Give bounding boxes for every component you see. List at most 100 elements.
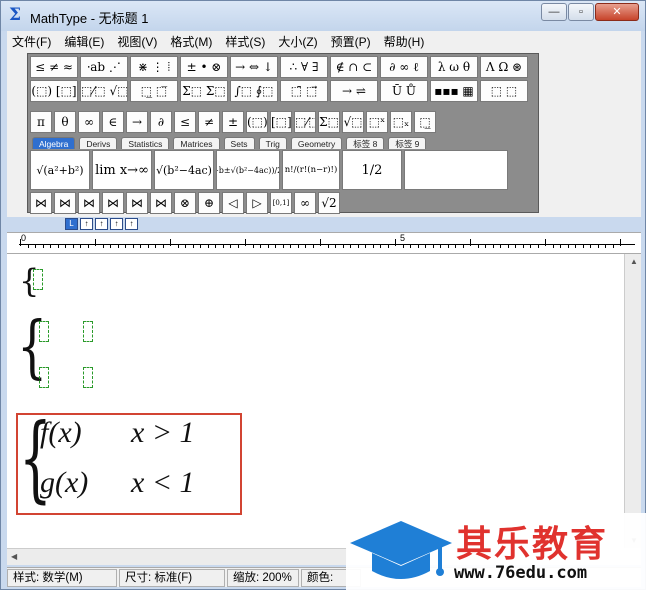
tab-sets[interactable]: Sets xyxy=(223,137,255,149)
greek-uppercase-button[interactable]: Λ Ω ⊛ xyxy=(480,56,528,78)
empty-template-slot[interactable] xyxy=(404,150,508,190)
empty-slot[interactable] xyxy=(39,367,49,388)
f-of-x[interactable]: f(x) xyxy=(40,416,82,450)
g-of-x[interactable]: g(x) xyxy=(40,466,88,500)
size-tab-5[interactable]: ↑ xyxy=(125,218,138,230)
menu-format[interactable]: 格式(M) xyxy=(170,33,212,50)
template-pythagoras[interactable]: √(a²+b²) xyxy=(30,150,90,190)
circled-times-button[interactable]: ⊗ xyxy=(174,192,196,214)
empty-slot[interactable] xyxy=(33,269,43,290)
bowtie-button-3[interactable]: ⋈ xyxy=(78,192,100,214)
pi-symbol-button[interactable]: π xyxy=(30,111,52,133)
right-arrow-button[interactable]: → xyxy=(126,111,148,133)
empty-slot[interactable] xyxy=(39,321,49,342)
summation-templates-button[interactable]: Σ⬚ Σ⬚ xyxy=(180,80,228,102)
vertical-scrollbar[interactable]: ▲ ▼ xyxy=(624,254,641,548)
bowtie-button-2[interactable]: ⋈ xyxy=(54,192,76,214)
tab-matrices[interactable]: Matrices xyxy=(173,137,220,149)
infinity-button[interactable]: ∞ xyxy=(294,192,316,214)
box-templates-button[interactable]: ⬚ ⬚ xyxy=(480,80,528,102)
size-tab-3[interactable]: ↑ xyxy=(95,218,108,230)
interval-button[interactable]: [0,1] xyxy=(270,192,292,214)
empty-slot[interactable] xyxy=(83,367,93,388)
bowtie-button-4[interactable]: ⋈ xyxy=(102,192,124,214)
menu-style[interactable]: 样式(S) xyxy=(225,33,265,50)
template-limit[interactable]: lim x→∞ xyxy=(92,150,152,190)
menu-size[interactable]: 大小(Z) xyxy=(278,33,317,50)
brackets-button[interactable]: [⬚] xyxy=(270,111,292,133)
menu-file[interactable]: 文件(F) xyxy=(12,33,51,50)
underbar-overbar-templates-button[interactable]: ⬚̄ ⬚⃗ xyxy=(280,80,328,102)
subscript-superscript-templates-button[interactable]: ⬚̲ ⬚̅ xyxy=(130,80,178,102)
bowtie-button-1[interactable]: ⋈ xyxy=(30,192,52,214)
parentheses-button[interactable]: (⬚) xyxy=(246,111,268,133)
bowtie-button-5[interactable]: ⋈ xyxy=(126,192,148,214)
title-bar[interactable]: Σ MathType - 无标题 1 — ▫ ✕ xyxy=(1,1,645,31)
matrix-templates-button[interactable]: ▪▪▪ ▦ xyxy=(430,80,478,102)
tab-label-8[interactable]: 标签 8 xyxy=(346,137,385,149)
size-tab-2[interactable]: ↑ xyxy=(80,218,93,230)
status-size[interactable]: 尺寸: 标准(F) xyxy=(119,569,225,587)
template-one-half[interactable]: 1/2 xyxy=(342,150,402,190)
horizontal-scrollbar[interactable]: ◀ xyxy=(7,548,347,565)
fraction-button[interactable]: ⬚⁄⬚ xyxy=(294,111,316,133)
size-tab-4[interactable]: ↑ xyxy=(110,218,123,230)
superscript-button[interactable]: ⬚ˣ xyxy=(366,111,388,133)
status-style[interactable]: 样式: 数学(M) xyxy=(7,569,117,587)
integral-templates-button[interactable]: ∫⬚ ∮⬚ xyxy=(230,80,278,102)
template-discriminant[interactable]: √(b²−4ac) xyxy=(154,150,214,190)
partial-symbol-button[interactable]: ∂ xyxy=(150,111,172,133)
sqrt-two-button[interactable]: √2 xyxy=(318,192,340,214)
maximize-button[interactable]: ▫ xyxy=(568,3,594,21)
arrow-symbols-button[interactable]: → ⇔ ↓ xyxy=(230,56,278,78)
greek-lowercase-button[interactable]: λ ω θ xyxy=(430,56,478,78)
ruler[interactable]: 0 5 xyxy=(7,232,641,254)
tab-derivs[interactable]: Derivs xyxy=(79,137,118,149)
element-of-button[interactable]: ∈ xyxy=(102,111,124,133)
fraction-radical-templates-button[interactable]: ⬚⁄⬚ √⬚ xyxy=(80,80,128,102)
scroll-left-arrow-icon[interactable]: ◀ xyxy=(11,552,17,561)
sum-button[interactable]: Σ⬚ xyxy=(318,111,340,133)
tab-algebra[interactable]: Algebra xyxy=(32,137,76,149)
tab-trig[interactable]: Trig xyxy=(258,137,287,149)
labeled-arrow-templates-button[interactable]: → ⇌ xyxy=(330,80,378,102)
logical-symbols-button[interactable]: ∴ ∀ ∃ xyxy=(280,56,328,78)
condition-x-less-1[interactable]: x < 1 xyxy=(131,466,195,500)
spaces-ellipses-button[interactable]: ⸱ab ⋰ xyxy=(80,56,128,78)
subscript-button[interactable]: ⬚ₓ xyxy=(390,111,412,133)
empty-slot[interactable] xyxy=(83,321,93,342)
bowtie-button-6[interactable]: ⋈ xyxy=(150,192,172,214)
size-tab-1[interactable]: L xyxy=(65,218,78,230)
operator-symbols-button[interactable]: ± • ⊗ xyxy=(180,56,228,78)
theta-symbol-button[interactable]: θ xyxy=(54,111,76,133)
fence-templates-button[interactable]: (⬚) [⬚] xyxy=(30,80,78,102)
not-equal-button[interactable]: ≠ xyxy=(198,111,220,133)
underscript-button[interactable]: ⬚̲ xyxy=(414,111,436,133)
less-equal-button[interactable]: ≤ xyxy=(174,111,196,133)
status-zoom[interactable]: 缩放: 200% xyxy=(227,569,299,587)
close-button[interactable]: ✕ xyxy=(595,3,639,21)
template-combination[interactable]: n!/(r!(n−r)!) xyxy=(282,150,340,190)
misc-symbols-button[interactable]: ∂ ∞ ℓ xyxy=(380,56,428,78)
minimize-button[interactable]: — xyxy=(541,3,567,21)
relational-symbols-button[interactable]: ≤ ≠ ≈ xyxy=(30,56,78,78)
circled-plus-button[interactable]: ⊕ xyxy=(198,192,220,214)
scroll-up-arrow-icon[interactable]: ▲ xyxy=(630,257,638,266)
tab-geometry[interactable]: Geometry xyxy=(290,137,343,149)
set-theory-symbols-button[interactable]: ∉ ∩ ⊂ xyxy=(330,56,378,78)
menu-view[interactable]: 视图(V) xyxy=(117,33,157,50)
menu-help[interactable]: 帮助(H) xyxy=(384,33,425,50)
left-triangle-button[interactable]: ◁ xyxy=(222,192,244,214)
infinity-symbol-button[interactable]: ∞ xyxy=(78,111,100,133)
tab-label-9[interactable]: 标签 9 xyxy=(388,137,427,149)
menu-preferences[interactable]: 预置(P) xyxy=(331,33,371,50)
template-quadratic-formula[interactable]: (−b±√(b²−4ac))/2a xyxy=(216,150,280,190)
sqrt-button[interactable]: √⬚ xyxy=(342,111,364,133)
product-templates-button[interactable]: Ū Ů xyxy=(380,80,428,102)
right-triangle-button[interactable]: ▷ xyxy=(246,192,268,214)
embellishments-button[interactable]: ⋇ ⋮ ⦙ xyxy=(130,56,178,78)
plus-minus-button[interactable]: ± xyxy=(222,111,244,133)
condition-x-greater-1[interactable]: x > 1 xyxy=(131,416,195,450)
menu-edit[interactable]: 编辑(E) xyxy=(64,33,104,50)
tab-statistics[interactable]: Statistics xyxy=(121,137,170,149)
